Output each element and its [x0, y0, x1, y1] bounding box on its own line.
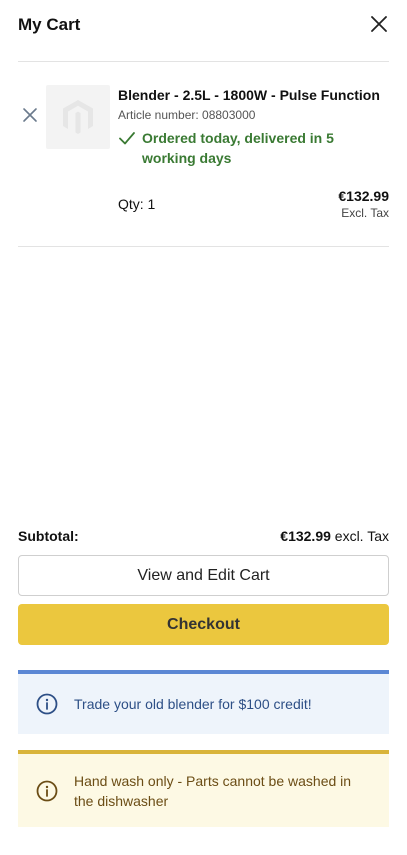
info-icon — [36, 693, 58, 715]
delivery-text: Ordered today, delivered in 5 working da… — [142, 130, 334, 166]
delivery-status: Ordered today, delivered in 5 working da… — [118, 128, 389, 168]
subtotal-suffix: excl. Tax — [334, 528, 389, 544]
price-tax-note: Excl. Tax — [341, 206, 389, 220]
close-icon[interactable] — [369, 14, 389, 34]
warning-notice: Hand wash only - Parts cannot be washed … — [18, 750, 389, 827]
view-edit-cart-button[interactable]: View and Edit Cart — [18, 555, 389, 596]
cart-title: My Cart — [18, 15, 81, 34]
cart-header: My Cart — [18, 0, 389, 50]
cart-item: Blender - 2.5L - 1800W - Pulse Function … — [18, 62, 389, 246]
product-name[interactable]: Blender - 2.5L - 1800W - Pulse Function — [118, 86, 389, 104]
product-thumbnail[interactable] — [46, 85, 110, 149]
warning-notice-text: Hand wash only - Parts cannot be washed … — [74, 772, 352, 809]
item-info: Blender - 2.5L - 1800W - Pulse Function … — [118, 86, 389, 168]
subtotal-value-wrap: €132.99 excl. Tax — [280, 528, 389, 544]
warning-info-icon — [36, 780, 58, 801]
check-icon — [119, 132, 135, 145]
price-value: €132.99 — [338, 188, 389, 204]
info-notice: Trade your old blender for $100 credit! — [18, 670, 389, 734]
info-notice-text: Trade your old blender for $100 credit! — [74, 696, 312, 712]
item-divider — [18, 246, 389, 247]
item-quantity: Qty: 1 — [118, 196, 156, 212]
article-number: Article number: 08803000 — [118, 108, 256, 122]
checkout-button[interactable]: Checkout — [18, 604, 389, 645]
magento-logo-placeholder-icon — [63, 100, 93, 134]
subtotal-value: €132.99 — [280, 528, 331, 544]
remove-item-icon[interactable] — [22, 107, 38, 123]
item-price: €132.99 Excl. Tax — [338, 188, 389, 220]
subtotal-label: Subtotal: — [18, 528, 79, 544]
subtotal-row: Subtotal: €132.99 excl. Tax — [18, 528, 389, 546]
